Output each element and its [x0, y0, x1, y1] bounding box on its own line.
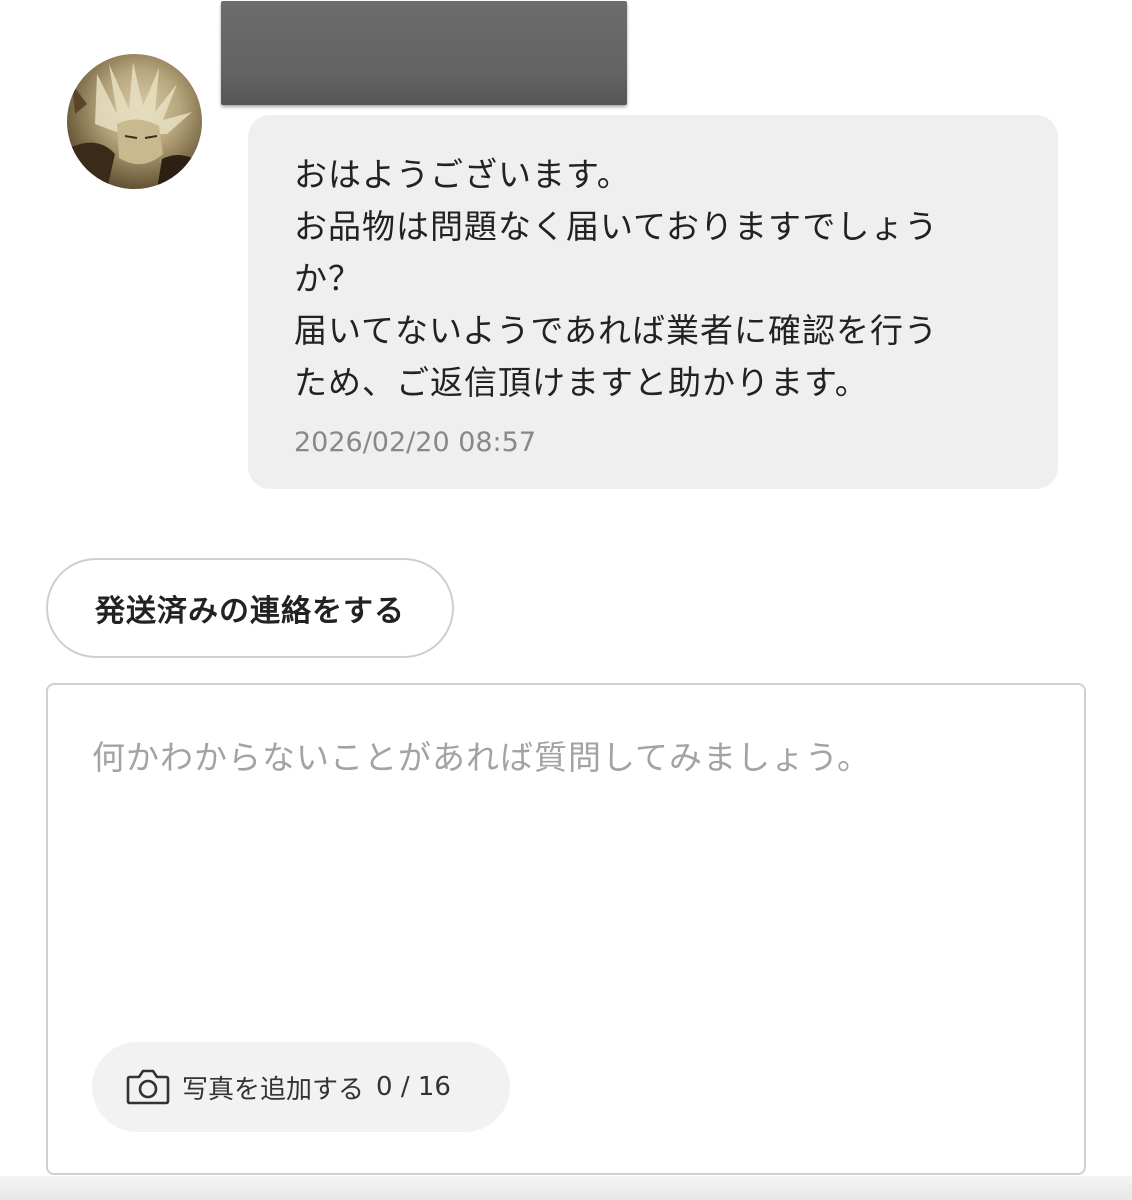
message-timestamp: 2026/02/20 08:57	[294, 427, 537, 458]
message-line: おはようございます。	[294, 155, 631, 194]
shipped-notice-button[interactable]: 発送済みの連絡をする	[46, 558, 454, 658]
redacted-username	[221, 1, 627, 105]
bottom-divider	[0, 1176, 1132, 1200]
message-composer[interactable]: 何かわからないことがあれば質問してみましょう。 写真を追加する 0 / 16	[46, 683, 1086, 1175]
add-photo-button[interactable]: 写真を追加する 0 / 16	[92, 1042, 510, 1132]
message-text: おはようございます。 お品物は問題なく届いておりますでしょう か？ 届いてないよ…	[294, 149, 1018, 409]
message-line: か？	[294, 259, 362, 298]
add-photo-label: 写真を追加する	[182, 1074, 365, 1105]
avatar[interactable]	[67, 54, 202, 189]
avatar-image	[67, 62, 202, 189]
message-line: ため、ご返信頂けますと助かります。	[294, 363, 869, 402]
photo-count: 0 / 16	[376, 1072, 451, 1102]
chat-screen: おはようございます。 お品物は問題なく届いておりますでしょう か？ 届いてないよ…	[0, 0, 1132, 1200]
message-line: お品物は問題なく届いておりますでしょう	[294, 207, 939, 246]
message-bubble: おはようございます。 お品物は問題なく届いておりますでしょう か？ 届いてないよ…	[248, 115, 1058, 489]
message-input[interactable]: 何かわからないことがあれば質問してみましょう。	[92, 731, 871, 779]
message-line: 届いてないようであれば業者に確認を行う	[294, 311, 939, 350]
camera-icon	[126, 1067, 170, 1107]
